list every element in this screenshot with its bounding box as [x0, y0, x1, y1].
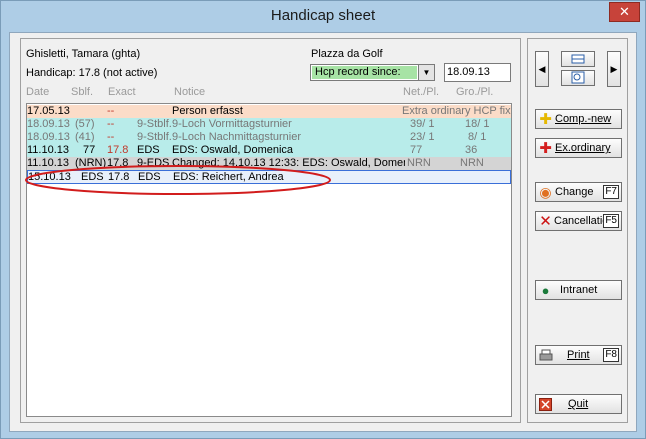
- row-net: 23/ 1: [410, 131, 435, 143]
- change-label: Change: [555, 186, 594, 198]
- record-panel: Ghisletti, Tamara (ghta) Handicap: 17.8 …: [20, 38, 521, 423]
- dropdown-value: Hcp record since:: [312, 66, 417, 79]
- quit-button[interactable]: Quit: [535, 394, 622, 414]
- row-exact: 17.8: [107, 144, 129, 156]
- row-notice: EDS: Oswald, Domenica: [172, 144, 294, 156]
- row-notice: 9-Loch Nachmittagsturnier: [172, 131, 302, 143]
- close-button[interactable]: ✕: [609, 2, 640, 22]
- change-shortcut: F7: [603, 185, 619, 199]
- quit-label: Quit: [568, 398, 589, 410]
- x-icon: ✕: [539, 213, 552, 230]
- handicap-sheet-window: Handicap sheet ✕ Ghisletti, Tamara (ghta…: [0, 0, 646, 439]
- club-name: Plazza da Golf: [311, 48, 383, 60]
- printer-icon: [539, 349, 553, 362]
- column-header-row: Date Sblf. Exact Notice Net./Pl. Gro./Pl…: [26, 86, 512, 99]
- row-net: Extra ordinary HCP fixing: [402, 105, 511, 117]
- window-title: Handicap sheet: [270, 7, 376, 24]
- highlight-ellipse: [25, 165, 331, 195]
- row-net: 39/ 1: [410, 118, 435, 130]
- row-club: 9-Stblf.: [137, 118, 172, 130]
- since-date-field[interactable]: 18.09.13: [444, 63, 511, 82]
- cancellation-shortcut: F5: [603, 214, 619, 228]
- row-date: 11.10.13: [27, 144, 70, 156]
- client-area: Ghisletti, Tamara (ghta) Handicap: 17.8 …: [9, 32, 637, 432]
- change-button[interactable]: ◉ Change F7: [535, 182, 622, 202]
- comp-new-label: Comp.-new: [555, 113, 612, 125]
- globe-icon: ●: [541, 283, 550, 298]
- row-sblf: 77: [83, 144, 96, 156]
- row-notice: 9-Loch Vormittagsturnier: [172, 118, 292, 130]
- col-net: Net./Pl.: [403, 86, 440, 98]
- person-name: Ghisletti, Tamara (ghta): [26, 48, 141, 60]
- row-exact: --: [107, 105, 115, 117]
- exit-icon: [539, 398, 552, 411]
- record-list[interactable]: 17.05.13 -- Person erfasst Extra ordinar…: [26, 103, 512, 417]
- print-button[interactable]: Print F8: [535, 345, 622, 365]
- chevron-down-icon[interactable]: ▼: [418, 65, 434, 80]
- intranet-label: Intranet: [560, 284, 598, 296]
- col-notice: Notice: [174, 86, 206, 98]
- table-row[interactable]: 18.09.13 (57) -- 9-Stblf. 9-Loch Vormitt…: [27, 118, 511, 131]
- cancellation-label: Cancellation: [554, 215, 605, 227]
- row-date: 17.05.13: [27, 105, 70, 117]
- extraordinary-label: Ex.ordinary: [555, 142, 611, 154]
- col-gro: Gro./Pl.: [456, 86, 494, 98]
- print-shortcut: F8: [603, 348, 619, 362]
- row-club: EDS: [137, 144, 160, 156]
- row-gro: 18/ 1: [465, 118, 490, 130]
- title-bar[interactable]: Handicap sheet ✕: [1, 1, 645, 33]
- col-exact: Exact: [108, 86, 136, 98]
- zoom-icon: [571, 71, 585, 84]
- row-sblf: (57): [75, 118, 95, 130]
- row-date: 18.09.13: [27, 118, 70, 130]
- row-notice: Person erfasst: [172, 105, 243, 117]
- nav-next-button[interactable]: ▶: [607, 51, 621, 87]
- sheet-view-button[interactable]: [561, 51, 595, 67]
- row-date: 18.09.13: [27, 131, 70, 143]
- table-row[interactable]: 17.05.13 -- Person erfasst Extra ordinar…: [27, 105, 511, 118]
- print-label: Print: [567, 349, 590, 361]
- col-sblf: Sblf.: [71, 86, 94, 98]
- table-row[interactable]: 11.10.13 77 17.8 EDS EDS: Oswald, Domeni…: [27, 144, 511, 157]
- col-date: Date: [26, 86, 50, 98]
- ring-icon: ◉: [539, 184, 552, 200]
- plus-yellow-icon: ✚: [539, 111, 552, 128]
- cancellation-button[interactable]: ✕ Cancellation F5: [535, 211, 622, 231]
- row-net: 77: [410, 144, 423, 156]
- table-row[interactable]: 18.09.13 (41) -- 9-Stblf. 9-Loch Nachmit…: [27, 131, 511, 144]
- intranet-button[interactable]: ● Intranet: [535, 280, 622, 300]
- zoom-view-button[interactable]: [561, 70, 595, 86]
- row-sblf: (41): [75, 131, 95, 143]
- action-panel: ◀ ▶ ✚ Comp.-new ✚ Ex.ordinary ◉ Change F…: [527, 38, 628, 423]
- row-net: NRN: [407, 157, 431, 169]
- extraordinary-button[interactable]: ✚ Ex.ordinary: [535, 138, 622, 158]
- row-gro: 36: [465, 144, 478, 156]
- row-exact: --: [107, 131, 115, 143]
- handicap-status: Handicap: 17.8 (not active): [26, 67, 158, 79]
- row-gro: NRN: [460, 157, 484, 169]
- comp-new-button[interactable]: ✚ Comp.-new: [535, 109, 622, 129]
- sheet-icon: [571, 54, 585, 64]
- row-club: 9-Stblf.: [137, 131, 172, 143]
- plus-red-icon: ✚: [539, 140, 552, 157]
- row-gro: 8/ 1: [468, 131, 487, 143]
- row-exact: --: [107, 118, 115, 130]
- record-since-dropdown[interactable]: Hcp record since: ▼: [310, 64, 435, 81]
- nav-prev-button[interactable]: ◀: [535, 51, 549, 87]
